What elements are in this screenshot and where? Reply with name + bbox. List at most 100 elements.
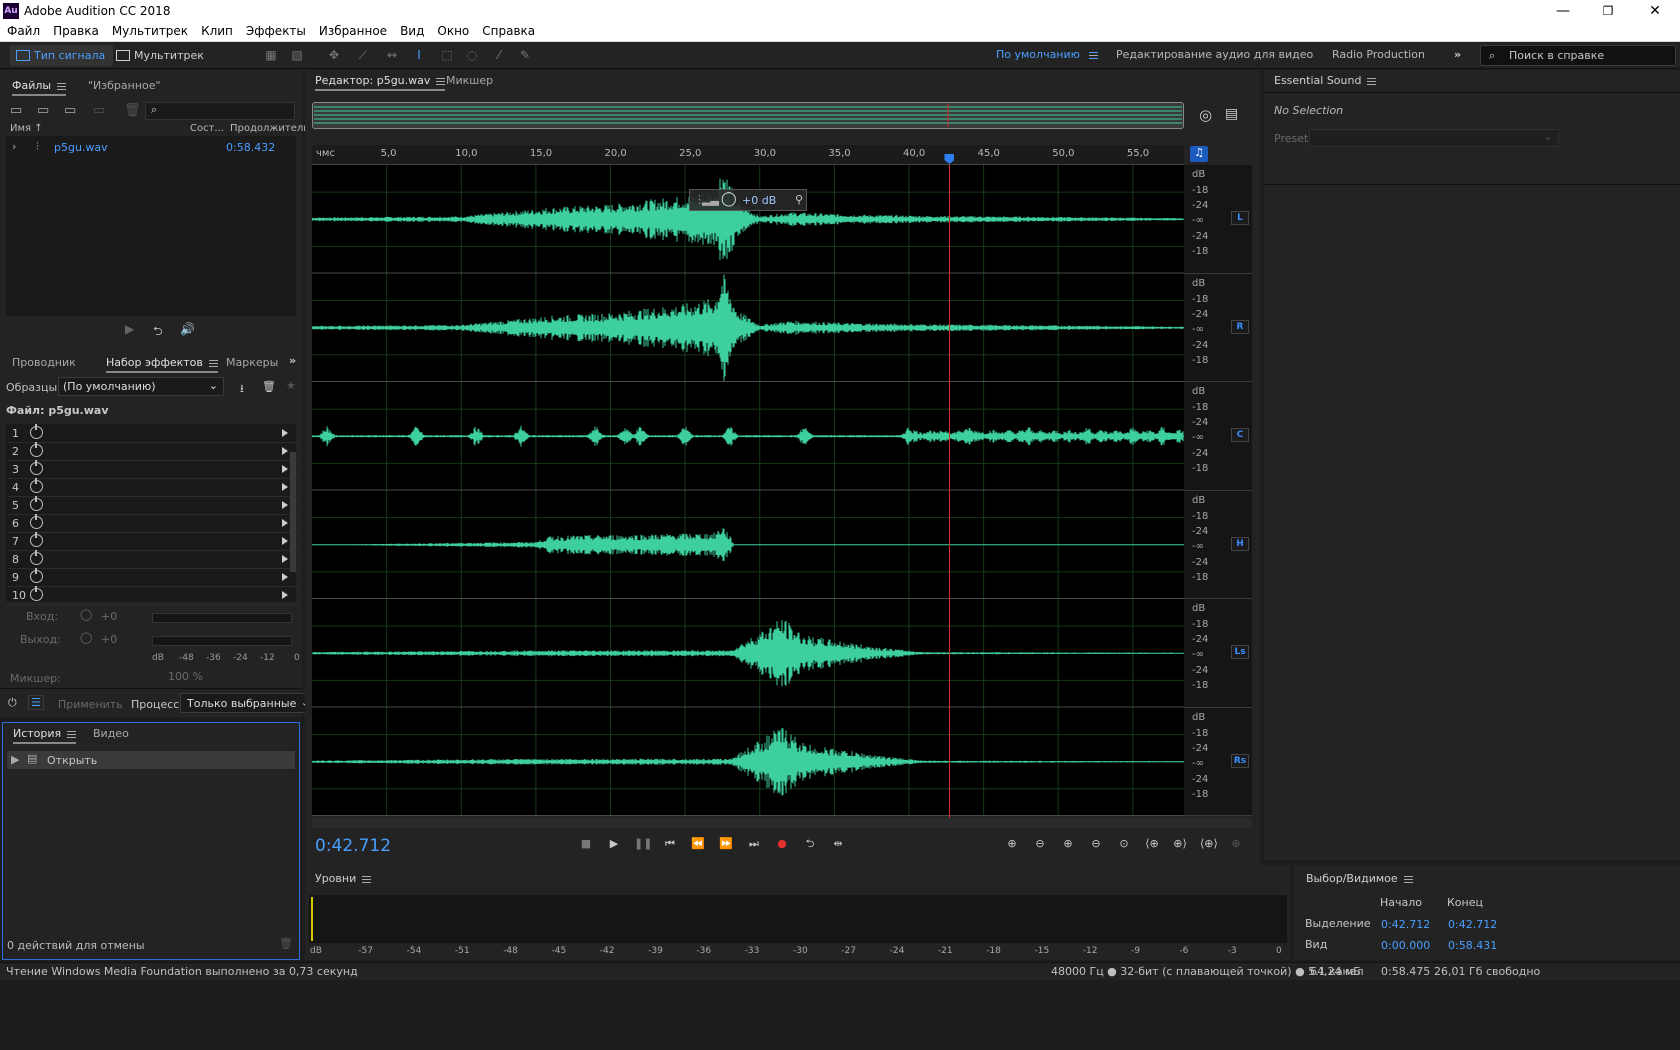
power-icon[interactable]: [30, 568, 43, 583]
tab-history[interactable]: История: [13, 727, 77, 744]
delete-preset-icon[interactable]: 🗑: [262, 380, 276, 393]
loop-preview-icon[interactable]: ⮌: [153, 322, 163, 343]
column-state[interactable]: Сост...: [190, 123, 224, 134]
channel-label-c[interactable]: C: [1231, 428, 1249, 443]
power-icon[interactable]: [30, 532, 43, 547]
db-scale[interactable]: dB -18 -24 -∞ -24 -18 C: [1184, 382, 1252, 491]
db-scale[interactable]: dB -18 -24 -∞ -24 -18 Ls: [1184, 599, 1252, 708]
zoom-tracks-icon[interactable]: ⊕: [1228, 837, 1244, 851]
process-dropdown[interactable]: Только выбранные ⌄: [180, 693, 316, 713]
slot-arrow-icon[interactable]: [282, 555, 288, 563]
apply-button[interactable]: Применить: [58, 698, 123, 711]
menu-edit[interactable]: Правка: [46, 22, 105, 38]
new-file-icon[interactable]: ▭: [64, 103, 76, 118]
favorite-star-icon[interactable]: ★: [286, 379, 296, 392]
pause-icon[interactable]: ❚❚: [634, 837, 652, 851]
spectral-toggle-icon[interactable]: ▤: [1225, 106, 1238, 122]
menu-effects[interactable]: Эффекты: [239, 22, 312, 38]
waveform-view-button[interactable]: Тип сигнала: [10, 45, 114, 66]
effect-slot[interactable]: 5: [8, 496, 300, 515]
preset-dropdown[interactable]: ⌄: [1309, 129, 1559, 147]
tab-explorer[interactable]: Проводник: [12, 356, 76, 369]
power-icon[interactable]: [30, 478, 43, 493]
go-to-start-icon[interactable]: ⏮: [662, 837, 678, 851]
record-icon[interactable]: ●: [774, 837, 790, 851]
waveform-area[interactable]: [312, 165, 1184, 818]
tab-files[interactable]: Файлы: [12, 79, 67, 96]
zoom-in-time-icon[interactable]: ⊕: [1060, 837, 1076, 851]
expand-icon[interactable]: ›: [12, 140, 16, 153]
zoom-selection-icon[interactable]: ⟨⊕⟩: [1200, 837, 1218, 851]
zoom-out-amplitude-icon[interactable]: ⊖: [1032, 837, 1048, 851]
history-item[interactable]: ▶ ▤ Открыть: [7, 751, 295, 769]
razor-tool-icon[interactable]: ⟋: [356, 48, 370, 62]
slip-tool-icon[interactable]: ↔: [385, 48, 399, 62]
panel-menu-icon[interactable]: [208, 359, 218, 367]
effect-slot[interactable]: 9: [8, 568, 300, 587]
panel-menu-icon[interactable]: [1403, 875, 1413, 883]
tab-video[interactable]: Видео: [93, 727, 129, 740]
menu-multitrack[interactable]: Мультитрек: [105, 22, 194, 38]
presets-dropdown[interactable]: (По умолчанию) ⌄: [58, 377, 224, 396]
list-view-icon[interactable]: ☰: [28, 695, 44, 710]
effect-slot[interactable]: 4: [8, 478, 300, 497]
menu-file[interactable]: Файл: [0, 22, 46, 38]
power-icon[interactable]: [30, 550, 43, 565]
power-icon[interactable]: [30, 514, 43, 529]
slot-arrow-icon[interactable]: [282, 501, 288, 509]
menu-view[interactable]: Вид: [393, 22, 430, 38]
channel-label-r[interactable]: R: [1231, 319, 1249, 334]
selection-end-field[interactable]: 0:42.712: [1448, 918, 1497, 931]
effect-slot[interactable]: 1: [8, 424, 300, 443]
list-item[interactable]: › ⫶ p5gu.wav 0:58.432: [6, 140, 296, 156]
input-knob-icon[interactable]: ◯: [80, 608, 92, 621]
rewind-icon[interactable]: ⏪: [690, 837, 706, 851]
channel-label-rs[interactable]: Rs: [1231, 753, 1249, 768]
pin-icon[interactable]: ⚲: [795, 193, 803, 206]
save-preset-icon[interactable]: ⭳: [240, 380, 244, 399]
power-icon[interactable]: [30, 460, 43, 475]
move-tool-icon[interactable]: ✥: [327, 48, 341, 62]
workspace-radio[interactable]: Radio Production: [1332, 48, 1425, 61]
menu-clip[interactable]: Клип: [194, 22, 239, 38]
power-icon[interactable]: [30, 424, 43, 439]
play-preview-icon[interactable]: ▶: [125, 322, 134, 336]
spectral-display-icon[interactable]: ▦: [264, 48, 278, 62]
db-scale[interactable]: dB -18 -24 -∞ -24 -18 L: [1184, 165, 1252, 274]
insert-multitrack-icon[interactable]: ▭: [93, 103, 105, 118]
multitrack-view-button[interactable]: Мультитрек: [110, 45, 212, 66]
panel-menu-icon[interactable]: [67, 730, 77, 738]
auto-play-icon[interactable]: 🔊: [180, 322, 195, 336]
lasso-tool-icon[interactable]: ◌: [465, 48, 479, 62]
headphone-icon[interactable]: ♫: [1190, 146, 1208, 162]
effect-slot[interactable]: 3: [8, 460, 300, 479]
time-selection-tool-icon[interactable]: I: [412, 48, 426, 62]
slot-arrow-icon[interactable]: [282, 591, 288, 599]
zoom-full-icon[interactable]: ⊙: [1116, 837, 1132, 851]
spot-healing-tool-icon[interactable]: ✎: [518, 48, 532, 62]
minimize-icon[interactable]: —: [1540, 1, 1586, 21]
workspace-overflow-icon[interactable]: »: [1454, 48, 1461, 61]
channel-label-lfe[interactable]: H: [1231, 536, 1249, 551]
overview-navigator[interactable]: [312, 102, 1184, 129]
panel-menu-icon[interactable]: [436, 77, 446, 85]
help-search-input[interactable]: ⌕ Поиск в справке: [1480, 45, 1676, 66]
import-file-icon[interactable]: ▭: [37, 103, 49, 118]
workspace-video-audio[interactable]: Редактирование аудио для видео: [1116, 48, 1313, 61]
go-to-end-icon[interactable]: ⏭: [746, 837, 762, 851]
menu-window[interactable]: Окно: [430, 22, 475, 38]
expand-icon[interactable]: ▶: [11, 753, 19, 766]
column-name[interactable]: Имя ↑: [10, 123, 43, 134]
open-file-icon[interactable]: ▭: [10, 103, 22, 118]
menu-favorites[interactable]: Избранное: [312, 22, 393, 38]
db-scale[interactable]: dB -18 -24 -∞ -24 -18 R: [1184, 273, 1252, 382]
panel-menu-icon[interactable]: [57, 82, 67, 90]
slot-arrow-icon[interactable]: [282, 447, 288, 455]
power-icon[interactable]: [30, 442, 43, 457]
channel-label-ls[interactable]: Ls: [1231, 645, 1249, 660]
zoom-in-amplitude-icon[interactable]: ⊕: [1004, 837, 1020, 851]
loop-playback-icon[interactable]: ⮌: [802, 837, 818, 851]
marquee-tool-icon[interactable]: ⬚: [440, 48, 454, 62]
db-scale[interactable]: dB -18 -24 -∞ -24 -18 H: [1184, 490, 1252, 599]
stop-icon[interactable]: ■: [578, 837, 594, 851]
